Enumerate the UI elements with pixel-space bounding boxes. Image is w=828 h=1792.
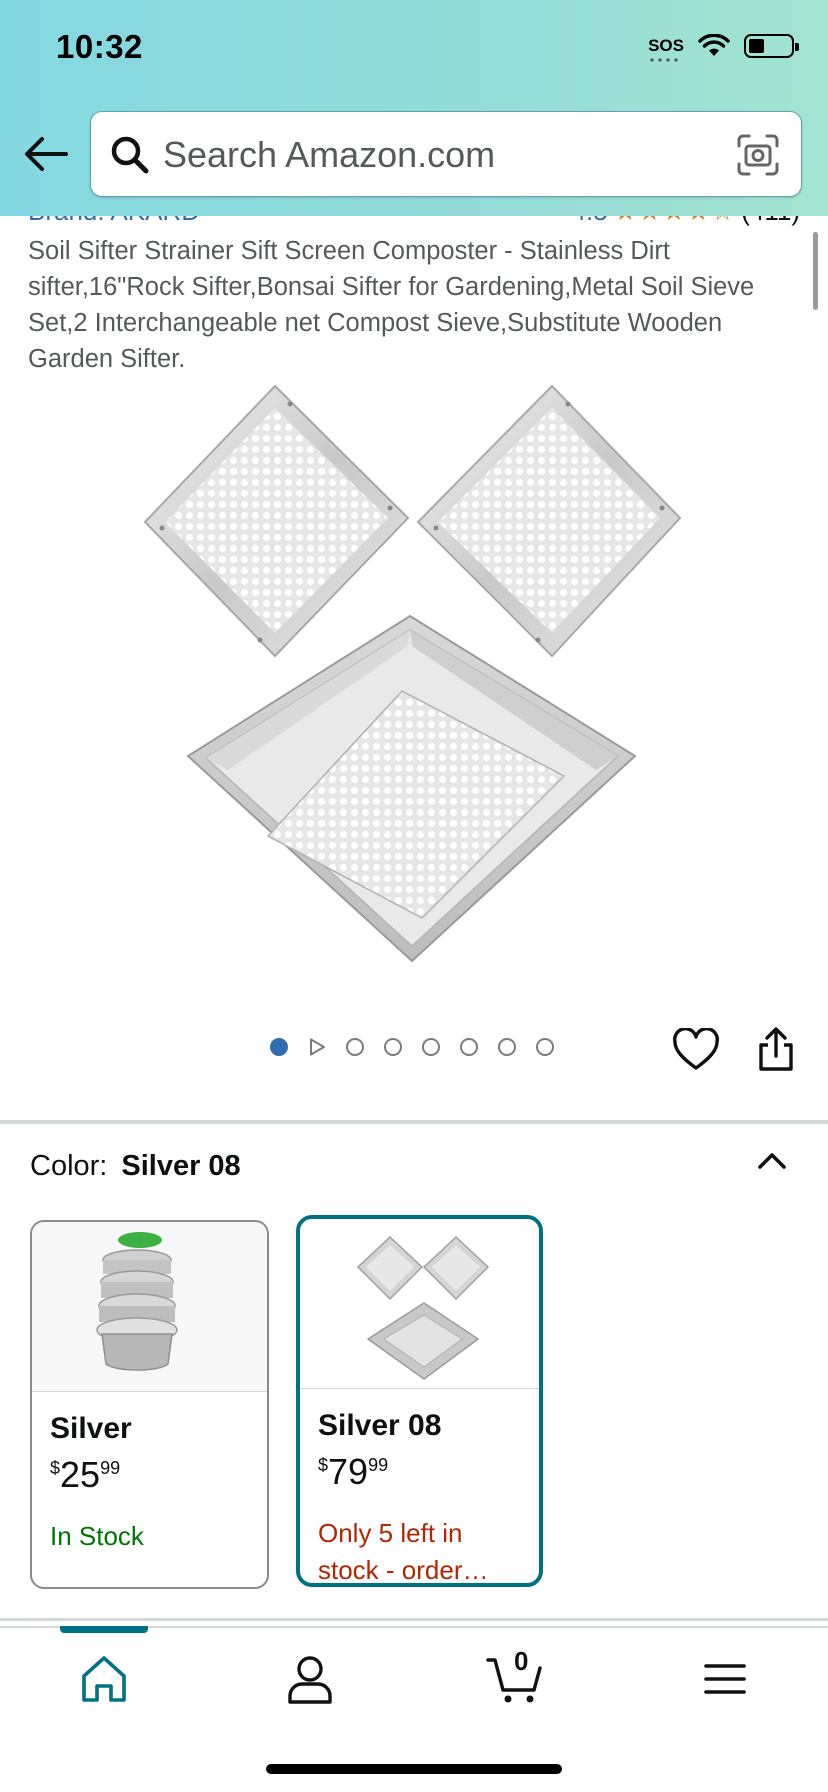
carousel-dot[interactable] [498, 1038, 516, 1056]
carousel-dot[interactable] [460, 1038, 478, 1056]
top-header: 10:32 SOS [0, 0, 828, 216]
carousel-dot-active[interactable] [270, 1038, 288, 1056]
carousel-dot[interactable] [536, 1038, 554, 1056]
image-carousel-dots [270, 1038, 574, 1056]
cart-count: 0 [514, 1646, 529, 1676]
swatch-price: $7999 [318, 1451, 388, 1493]
camera-scan-icon[interactable] [735, 132, 781, 178]
status-time: 10:32 [56, 28, 143, 65]
home-icon[interactable] [74, 1652, 134, 1706]
price-currency: $ [50, 1458, 61, 1478]
search-icon [111, 136, 149, 174]
carousel-dot[interactable] [384, 1038, 402, 1056]
section-divider [0, 1618, 828, 1621]
price-whole: 79 [328, 1451, 369, 1492]
color-selected-value: Silver 08 [121, 1150, 241, 1182]
search-bar[interactable] [90, 111, 802, 198]
account-icon[interactable] [280, 1652, 340, 1706]
wifi-icon [698, 34, 730, 56]
chevron-up-icon[interactable] [756, 1148, 788, 1172]
status-icons: SOS [648, 34, 799, 62]
sos-label: SOS [648, 36, 684, 55]
sieve-set-image [356, 1235, 490, 1380]
battery-icon [744, 34, 799, 58]
swatch-name: Silver 08 [318, 1409, 442, 1442]
heart-icon[interactable] [672, 1028, 720, 1072]
color-option-silver[interactable]: Silver $2599 In Stock [30, 1220, 269, 1589]
stacked-sieve-image [96, 1232, 178, 1371]
price-whole: 25 [60, 1454, 101, 1495]
scrollbar[interactable] [813, 232, 818, 310]
carousel-dot[interactable] [346, 1038, 364, 1056]
menu-icon[interactable] [696, 1652, 756, 1706]
cart-button[interactable]: 0 [486, 1646, 546, 1706]
color-label: Color: [30, 1150, 108, 1182]
section-divider [0, 1120, 828, 1124]
price-cents: 99 [100, 1458, 121, 1478]
video-play-icon[interactable] [308, 1038, 326, 1056]
cellular-dots-icon [648, 58, 681, 62]
stock-status: Only 5 left in stock - order… [318, 1518, 489, 1585]
product-title: Soil Sifter Strainer Sift Screen Compost… [28, 237, 755, 373]
home-indicator[interactable] [266, 1764, 562, 1774]
swatch-price: $2599 [50, 1454, 120, 1496]
swatch-image [32, 1222, 267, 1392]
carousel-dot[interactable] [422, 1038, 440, 1056]
sos-indicator: SOS [648, 36, 684, 62]
product-image[interactable] [140, 378, 700, 978]
back-arrow-icon[interactable] [22, 134, 70, 174]
color-option-silver-08[interactable]: Silver 08 $7999 Only 5 left in stock - o… [296, 1215, 543, 1587]
share-icon[interactable] [756, 1026, 796, 1072]
price-cents: 99 [368, 1455, 389, 1475]
swatch-image [300, 1219, 539, 1389]
swatch-name: Silver [50, 1412, 132, 1445]
price-currency: $ [318, 1455, 329, 1475]
color-selector-header[interactable]: Color: Silver 08 [30, 1150, 241, 1183]
search-input[interactable] [163, 112, 723, 198]
stock-status: In Stock [50, 1521, 144, 1551]
active-tab-indicator [60, 1626, 148, 1633]
